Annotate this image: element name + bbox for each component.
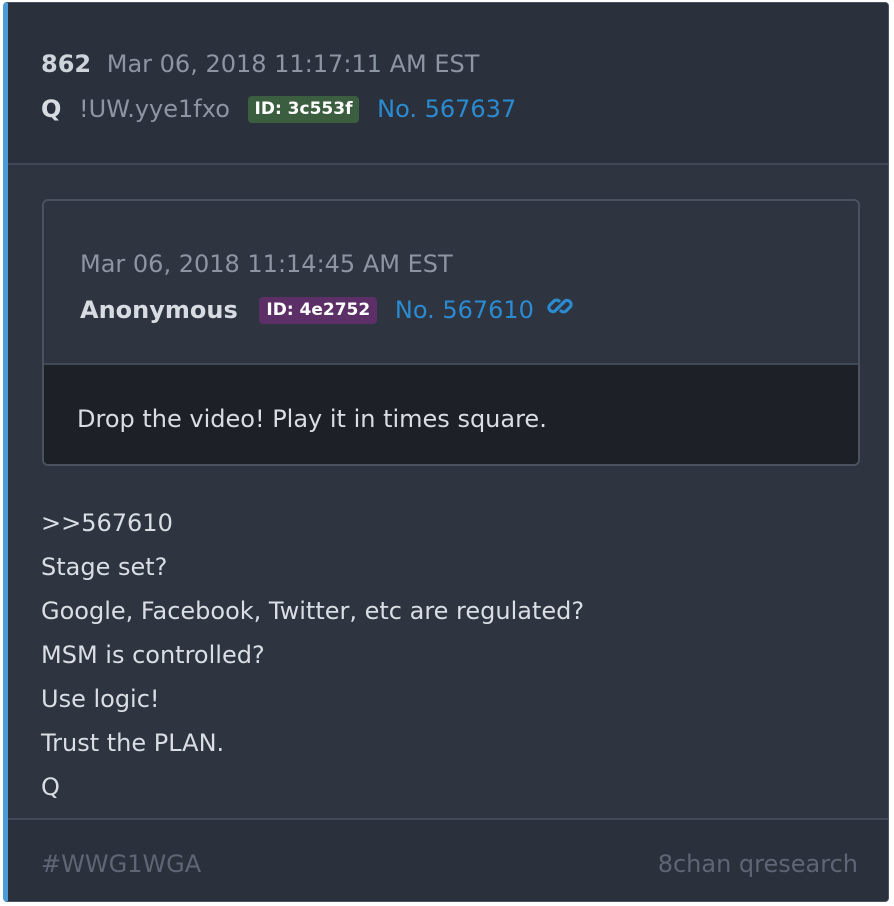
post-body-line: MSM is controlled? [41, 641, 265, 669]
hashtag: #WWG1WGA [41, 850, 202, 878]
quoted-post-text: Drop the video! Play it in times square. [77, 405, 547, 433]
quoted-post-header: Mar 06, 2018 11:14:45 AM EST Anonymous I… [44, 201, 858, 365]
post-body: >>567610 Stage set? Google, Facebook, Tw… [41, 501, 584, 809]
post-header: 862 Mar 06, 2018 11:17:11 AM EST Q !UW.y… [8, 3, 888, 165]
post-body-line: Stage set? [41, 553, 168, 581]
post-body-line: Use logic! [41, 685, 160, 713]
quoted-post-id-badge: ID: 4e2752 [259, 297, 378, 324]
post-body-line: Google, Facebook, Twitter, etc are regul… [41, 597, 585, 625]
post-number: 862 [41, 50, 92, 78]
post-card: 862 Mar 06, 2018 11:17:11 AM EST Q !UW.y… [3, 2, 889, 902]
quoted-post-number-link[interactable]: No. 567610 [395, 296, 534, 324]
post-author-row: Q !UW.yye1fxo ID: 3c553f No. 567637 [41, 93, 516, 125]
post-meta-row: 862 Mar 06, 2018 11:17:11 AM EST [41, 49, 479, 79]
post-footer: #WWG1WGA 8chan qresearch [8, 818, 888, 901]
quoted-post-author: Anonymous [80, 296, 238, 324]
post-body-line-reply-link[interactable]: >>567610 [41, 501, 584, 545]
link-icon[interactable] [546, 292, 574, 328]
quoted-post: Mar 06, 2018 11:14:45 AM EST Anonymous I… [42, 199, 860, 466]
post-body-line: Trust the PLAN. [41, 729, 225, 757]
post-author: Q [41, 95, 62, 123]
source-label: 8chan qresearch [657, 850, 858, 878]
post-body-line: Q [41, 773, 60, 801]
post-id-badge: ID: 3c553f [247, 96, 360, 123]
quoted-post-timestamp: Mar 06, 2018 11:14:45 AM EST [80, 250, 453, 278]
post-number-link[interactable]: No. 567637 [377, 95, 516, 123]
quoted-post-body: Drop the video! Play it in times square. [44, 365, 858, 464]
post-timestamp: Mar 06, 2018 11:17:11 AM EST [106, 50, 480, 78]
post-tripcode: !UW.yye1fxo [79, 95, 230, 123]
